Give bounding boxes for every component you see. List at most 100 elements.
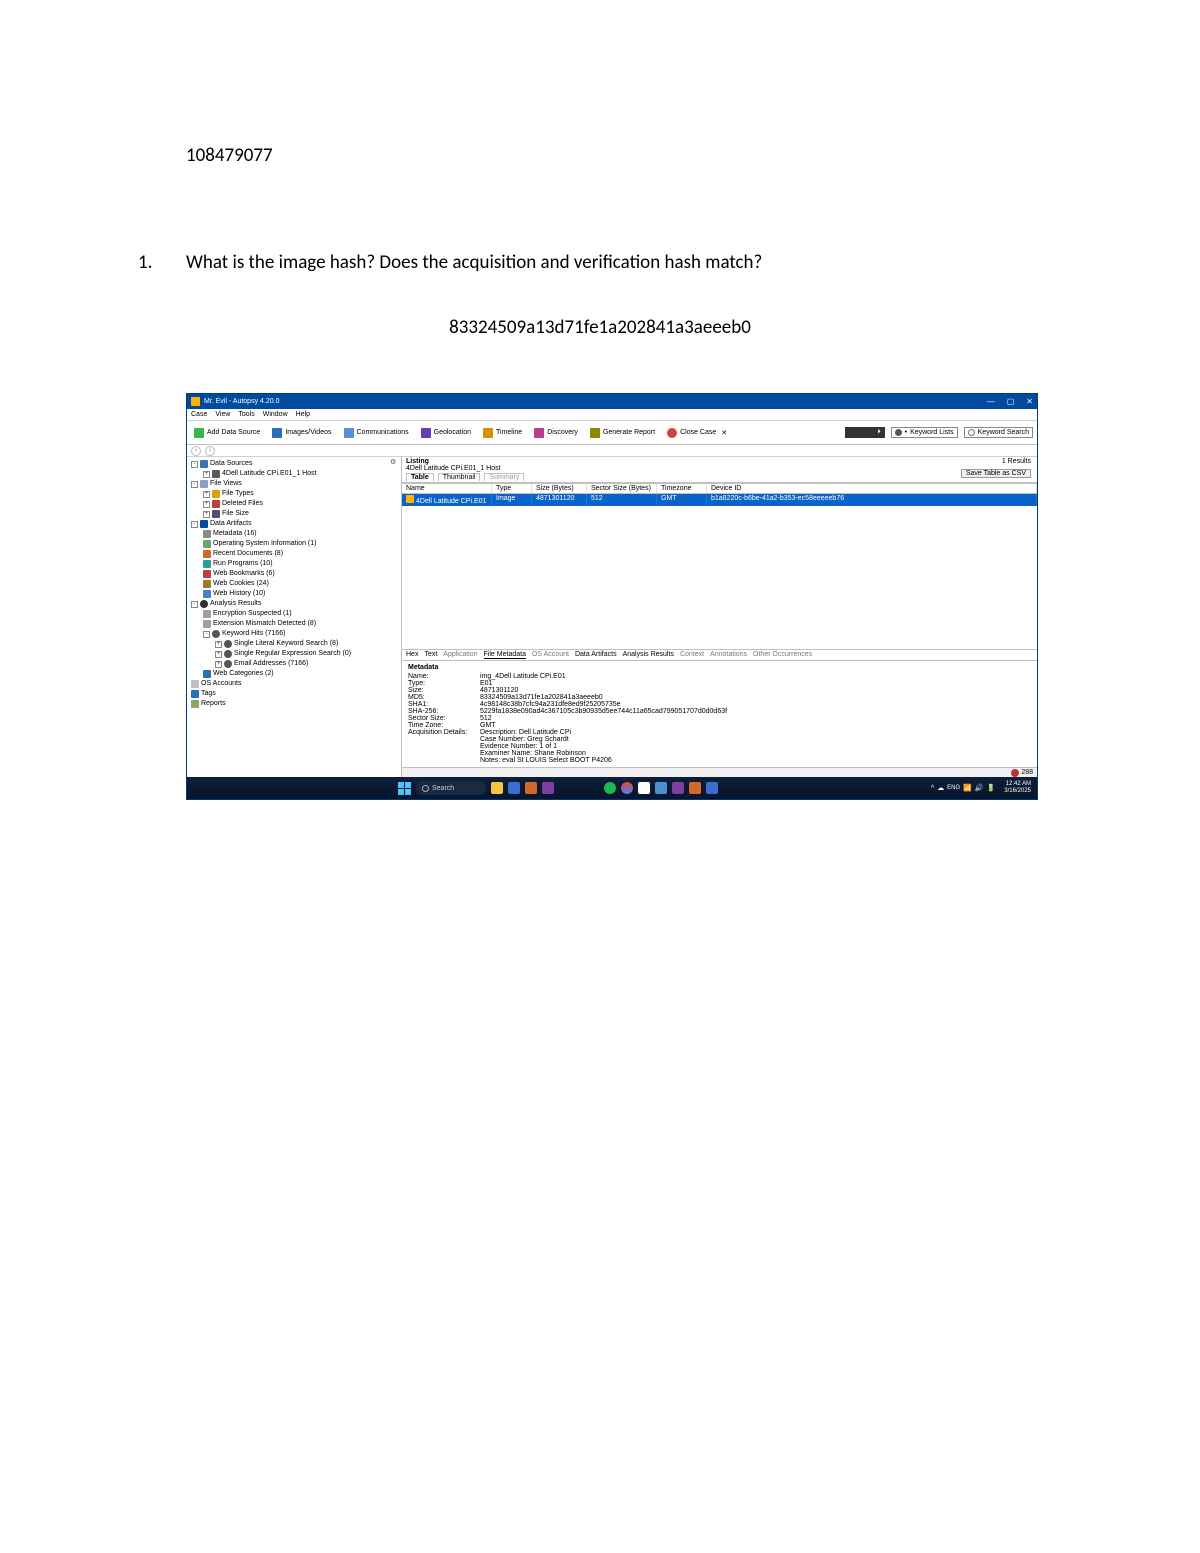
wifi-icon[interactable]: 📶	[963, 784, 972, 792]
keyword-search-box[interactable]: Keyword Search	[964, 427, 1033, 438]
close-window-button[interactable]: ✕	[1026, 397, 1033, 406]
dtab-hex[interactable]: Hex	[406, 651, 418, 659]
ingest-progress: ⏵	[845, 427, 885, 438]
table-row[interactable]: 4Dell Latitude CPi.E01 Image 4871301120 …	[402, 494, 1037, 506]
chat-icon	[344, 428, 354, 438]
dtab-application[interactable]: Application	[443, 651, 477, 659]
tab-table[interactable]: Table	[406, 473, 434, 481]
tab-thumbnail[interactable]: Thumbnail	[438, 473, 481, 481]
node-reports[interactable]: Reports	[191, 699, 401, 709]
chevron-up-icon[interactable]: ^	[931, 785, 934, 792]
node-kw-literal[interactable]: +Single Literal Keyword Search (8)	[215, 639, 351, 649]
listing-title: Listing	[406, 458, 1033, 465]
close-case-button[interactable]: Close Case ✕	[664, 427, 730, 439]
dtab-os-account[interactable]: OS Account	[532, 651, 569, 659]
system-tray[interactable]: ^ ☁ ENG 📶 🔊 🔋	[931, 784, 995, 792]
dtab-annotations[interactable]: Annotations	[710, 651, 747, 659]
edge-icon[interactable]	[508, 782, 520, 794]
node-kw-regex[interactable]: +Single Regular Expression Search (0)	[215, 649, 351, 659]
volume-icon[interactable]: 🔊	[975, 784, 984, 792]
app-icon-3[interactable]	[542, 782, 554, 794]
taskbar-clock[interactable]: 12:42 AM 3/16/2025	[1004, 781, 1031, 795]
node-metadata[interactable]: Metadata (16)	[203, 529, 317, 539]
dtab-data-artifacts[interactable]: Data Artifacts	[575, 651, 617, 659]
menu-view[interactable]: View	[215, 411, 230, 418]
app-icon-5[interactable]	[672, 782, 684, 794]
autopsy-screenshot: Mr. Evil - Autopsy 4.20.0 — ▢ ✕ Case Vie…	[186, 393, 1038, 800]
md-name: img_4Dell Latitude CPi.E01	[480, 673, 1031, 680]
node-emails[interactable]: +Email Addresses (7166)	[215, 659, 351, 669]
col-name[interactable]: Name	[402, 484, 492, 493]
tab-summary[interactable]: Summary	[484, 473, 524, 481]
geolocation-button[interactable]: Geolocation	[418, 427, 474, 439]
node-web-history[interactable]: Web History (10)	[203, 589, 317, 599]
add-data-source-button[interactable]: Add Data Source	[191, 427, 263, 439]
node-host[interactable]: +4Dell Latitude CPi.E01_1 Host	[203, 469, 317, 479]
col-size[interactable]: Size (Bytes)	[532, 484, 587, 493]
dtab-other[interactable]: Other Occurrences	[753, 651, 812, 659]
dtab-text[interactable]: Text	[424, 651, 437, 659]
results-table: Name Type Size (Bytes) Sector Size (Byte…	[402, 483, 1037, 649]
node-web-categories[interactable]: Web Categories (2)	[203, 669, 351, 679]
node-run-programs[interactable]: Run Programs (10)	[203, 559, 317, 569]
minimize-button[interactable]: —	[987, 397, 995, 406]
dtab-file-metadata[interactable]: File Metadata	[484, 651, 526, 659]
forward-button[interactable]: ›	[205, 446, 215, 456]
node-keyword-hits[interactable]: -Keyword Hits (7166)	[203, 629, 351, 639]
node-tags[interactable]: Tags	[191, 689, 401, 699]
node-file-size[interactable]: +File Size	[203, 509, 263, 519]
settings-icon[interactable]	[655, 782, 667, 794]
md-size: 4871301120	[480, 687, 1031, 694]
col-timezone[interactable]: Timezone	[657, 484, 707, 493]
discovery-button[interactable]: Discovery	[531, 427, 581, 439]
taskbar-search[interactable]: Search	[416, 781, 486, 795]
col-sector[interactable]: Sector Size (Bytes)	[587, 484, 657, 493]
app-icon-2[interactable]	[525, 782, 537, 794]
images-videos-button[interactable]: Images/Videos	[269, 427, 334, 439]
node-web-cookies[interactable]: Web Cookies (24)	[203, 579, 317, 589]
language-icon[interactable]: ENG	[947, 785, 960, 791]
node-data-sources[interactable]: -Data Sources	[191, 459, 401, 469]
node-os-accounts[interactable]: OS Accounts	[191, 679, 401, 689]
node-data-artifacts[interactable]: -Data Artifacts	[191, 519, 401, 529]
node-analysis-results[interactable]: -Analysis Results	[191, 599, 401, 609]
menu-tools[interactable]: Tools	[238, 411, 254, 418]
chrome-icon[interactable]	[621, 782, 633, 794]
menu-help[interactable]: Help	[296, 411, 310, 418]
keyword-lists-dropdown[interactable]: •Keyword Lists	[891, 427, 958, 438]
back-button[interactable]: ‹	[191, 446, 201, 456]
app-icon-6[interactable]	[689, 782, 701, 794]
menu-window[interactable]: Window	[263, 411, 288, 418]
gear-icon[interactable]: ⚙	[390, 458, 399, 467]
start-button[interactable]	[398, 782, 411, 795]
col-type[interactable]: Type	[492, 484, 532, 493]
autopsy-window: Mr. Evil - Autopsy 4.20.0 — ▢ ✕ Case Vie…	[186, 393, 1038, 800]
explorer-icon[interactable]	[491, 782, 503, 794]
node-os-info[interactable]: Operating System Information (1)	[203, 539, 317, 549]
node-encryption[interactable]: Encryption Suspected (1)	[203, 609, 351, 619]
spotify-icon[interactable]	[604, 782, 616, 794]
battery-icon[interactable]: 🔋	[987, 784, 996, 792]
listing-path: 4Dell Latitude CPi.E01_1 Host	[406, 465, 1033, 472]
node-web-bookmarks[interactable]: Web Bookmarks (6)	[203, 569, 317, 579]
node-ext-mismatch[interactable]: Extension Mismatch Detected (8)	[203, 619, 351, 629]
menu-case[interactable]: Case	[191, 411, 207, 418]
dtab-context[interactable]: Context	[680, 651, 704, 659]
communications-button[interactable]: Communications	[341, 427, 412, 439]
node-recent-docs[interactable]: Recent Documents (8)	[203, 549, 317, 559]
dtab-analysis-results[interactable]: Analysis Results	[623, 651, 674, 659]
save-csv-button[interactable]: Save Table as CSV	[961, 469, 1031, 478]
app-icon-4[interactable]	[638, 782, 650, 794]
node-deleted-files[interactable]: +Deleted Files	[203, 499, 263, 509]
generate-report-button[interactable]: Generate Report	[587, 427, 658, 439]
cloud-icon[interactable]: ☁	[937, 784, 944, 792]
table-header: Name Type Size (Bytes) Sector Size (Byte…	[402, 483, 1037, 494]
error-icon[interactable]	[1011, 769, 1019, 777]
maximize-button[interactable]: ▢	[1007, 397, 1015, 406]
col-device-id[interactable]: Device ID	[707, 484, 1037, 493]
window-title: Mr. Evil - Autopsy 4.20.0	[204, 398, 987, 405]
node-file-views[interactable]: -File Views	[191, 479, 401, 489]
node-file-types[interactable]: +File Types	[203, 489, 263, 499]
app-icon-7[interactable]	[706, 782, 718, 794]
timeline-button[interactable]: Timeline	[480, 427, 525, 439]
